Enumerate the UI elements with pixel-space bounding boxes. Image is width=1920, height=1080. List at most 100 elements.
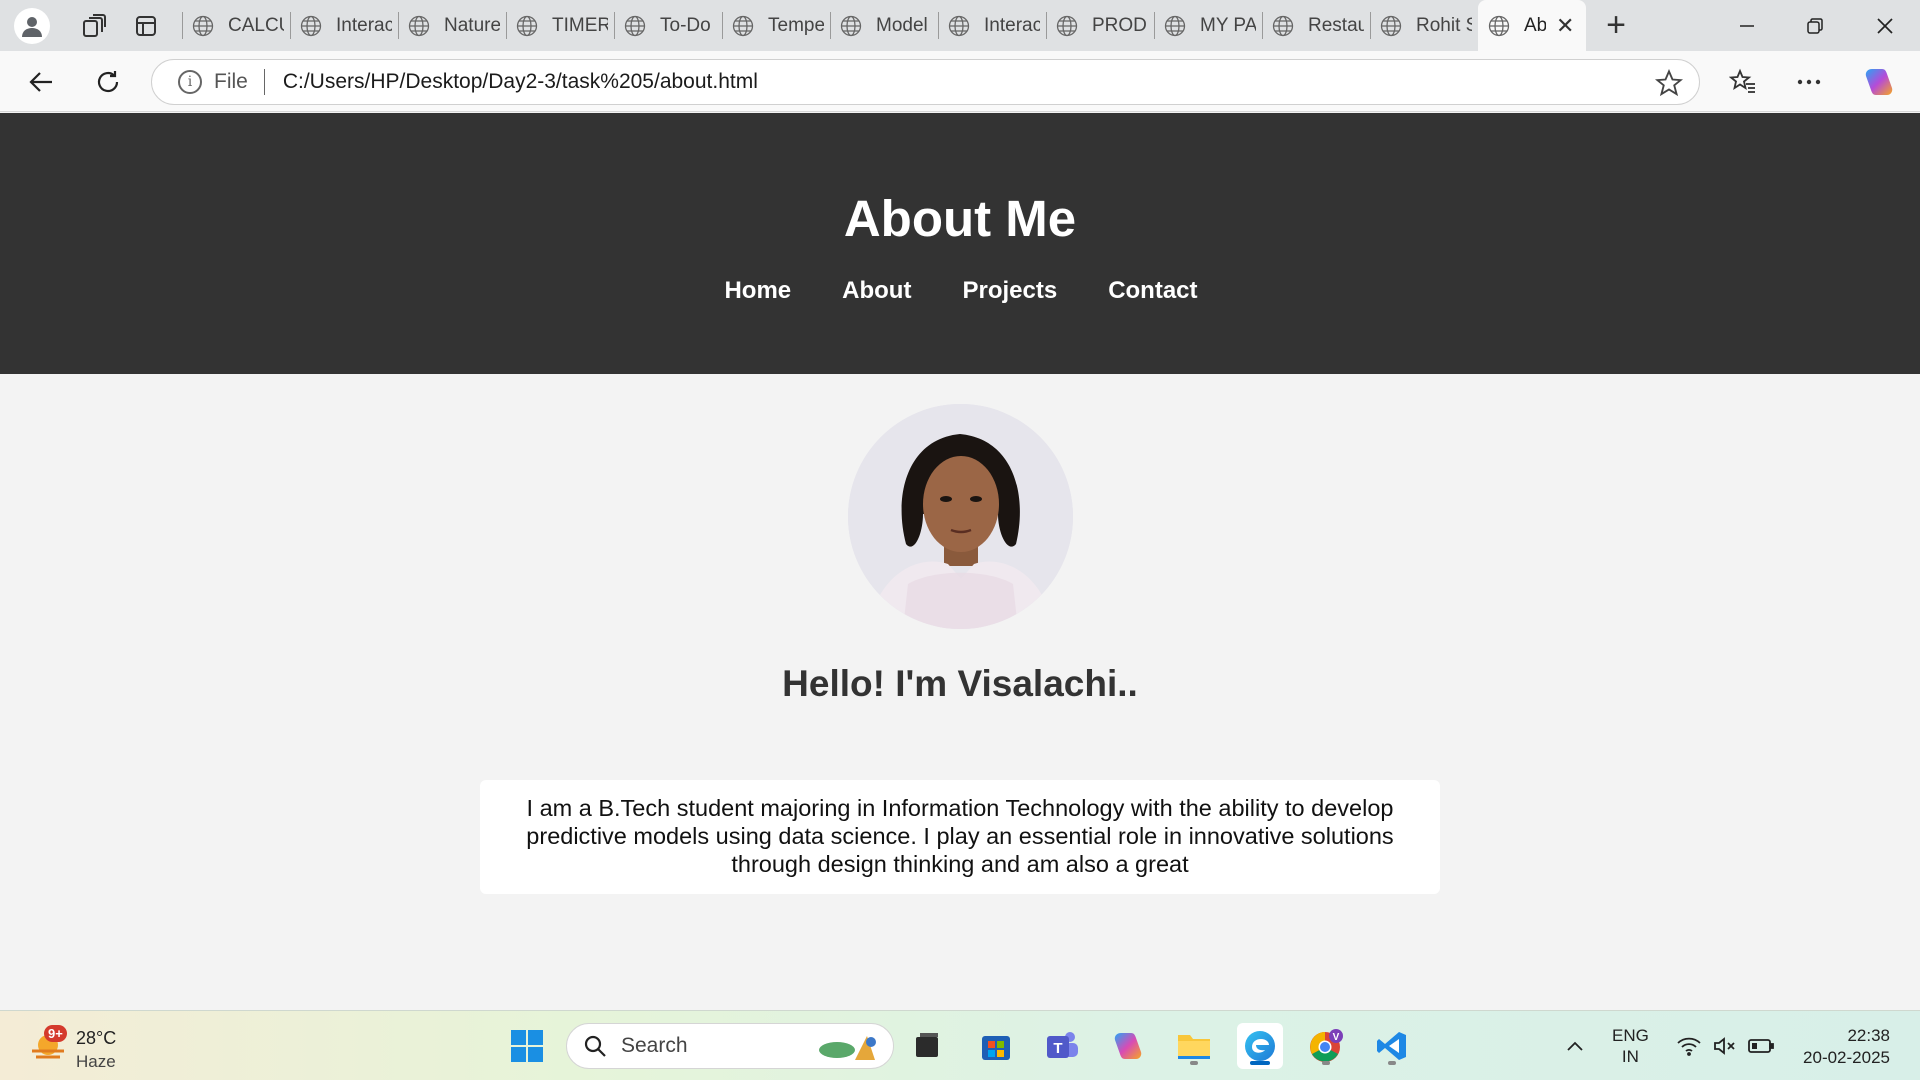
globe-icon [192,15,228,37]
tab-title: Restaurant [1308,14,1364,36]
language-line-1: ENG [1612,1026,1649,1045]
url-text[interactable]: C:/Users/HP/Desktop/Day2-3/task%205/abou… [283,70,758,94]
globe-icon [1272,15,1308,37]
more-options-icon[interactable] [1790,63,1828,101]
show-hidden-icons-chevron-icon[interactable] [1560,1011,1590,1080]
main-nav: Home About Projects Contact [0,276,1920,306]
search-icon [584,1035,606,1057]
clock-date: 20-02-2025 [1803,1048,1890,1067]
running-indicator [1190,1061,1198,1065]
address-bar[interactable]: i File C:/Users/HP/Desktop/Day2-3/task%2… [151,59,1700,105]
tab-actions-icon[interactable] [128,8,164,44]
tab-title: TIMER [552,14,608,36]
battery-icon[interactable] [1746,1011,1776,1080]
scheme-label: File [214,70,248,93]
greeting-heading: Hello! I'm Visalachi.. [782,663,1138,704]
workspaces-icon[interactable] [76,8,112,44]
tab-title: Rohit S [1416,14,1472,36]
page-content: About Me Home About Projects Contact Hello!… [0,113,1920,1010]
system-clock[interactable]: 22:38 20-02-2025 [1790,1025,1890,1069]
globe-icon [624,15,660,37]
notification-badge: 9+ [44,1025,67,1042]
clock-time: 22:38 [1847,1026,1890,1045]
tab[interactable]: Interactive [290,0,398,51]
globe-icon [732,15,768,37]
tab-title: To-Do [660,14,711,36]
globe-icon [516,15,552,37]
bio-card: I am a B.Tech student majoring in Inform… [480,780,1440,894]
chrome-icon[interactable]: V [1303,1023,1349,1069]
nav-link-home[interactable]: Home [724,276,791,306]
favorite-star-icon[interactable] [1654,68,1684,102]
bio-text: I am a B.Tech student majoring in Inform… [526,795,1394,877]
nav-link-contact[interactable]: Contact [1108,276,1197,306]
start-button[interactable] [504,1023,550,1069]
tab-title: PRODUCT [1092,14,1148,36]
globe-icon [1056,15,1092,37]
globe-icon [408,15,444,37]
teams-icon[interactable]: T [1039,1023,1085,1069]
edge-icon[interactable] [1237,1023,1283,1069]
microsoft-store-icon[interactable] [973,1023,1019,1069]
running-indicator [1322,1061,1330,1065]
active-indicator [1250,1061,1270,1065]
volume-muted-icon[interactable] [1710,1011,1740,1080]
copilot-icon[interactable] [1860,63,1898,101]
tab[interactable]: Rohit S [1370,0,1478,51]
minimize-button[interactable] [1714,0,1780,51]
nav-link-projects[interactable]: Projects [962,276,1057,306]
page-title: About Me [843,190,1077,247]
tab[interactable]: Model [830,0,938,51]
tab[interactable]: Restaurant [1262,0,1370,51]
tab[interactable]: Temperature [722,0,830,51]
search-highlight-icon [819,1036,876,1060]
tab[interactable]: TIMER [506,0,614,51]
language-line-2: IN [1621,1047,1639,1066]
weather-widget[interactable]: 9+ 28°C Haze [26,1019,136,1073]
tab-active[interactable]: About ✕ [1478,0,1586,51]
vscode-icon[interactable] [1369,1023,1415,1069]
tab[interactable]: To-Do [614,0,722,51]
tab-title: CALCULATOR [228,14,284,36]
close-tab-icon[interactable]: ✕ [1556,13,1574,39]
nav-link-about[interactable]: About [842,276,911,306]
tab[interactable]: Nature [398,0,506,51]
globe-icon [1488,15,1524,37]
copilot-app-icon[interactable] [1105,1023,1151,1069]
restore-button[interactable] [1782,0,1848,51]
tab[interactable]: CALCULATOR [182,0,290,51]
search-placeholder: Search [621,1034,688,1057]
tab-title: About [1524,14,1546,36]
tab[interactable]: MY PAGE [1154,0,1262,51]
browser-toolbar: i File C:/Users/HP/Desktop/Day2-3/task%2… [0,51,1920,112]
file-explorer-icon[interactable] [1171,1023,1217,1069]
back-button[interactable] [22,63,60,101]
browser-tab-strip: CALCULATOR Interactive Nature TIMER To-Do Tem… [0,0,1920,51]
globe-icon [840,15,876,37]
profile-icon[interactable] [14,7,50,44]
svg-text:T: T [1053,1040,1062,1057]
tab[interactable]: Interactive [938,0,1046,51]
tab-title: MY PAGE [1200,14,1256,36]
globe-icon [300,15,336,37]
tab[interactable]: PRODUCT [1046,0,1154,51]
tab-title: Model [876,14,928,36]
svg-text:V: V [1333,1032,1340,1043]
taskbar-search[interactable]: Search [566,1023,894,1069]
close-window-button[interactable] [1852,0,1918,51]
weather-temperature: 28°C [76,1028,117,1048]
task-view-icon[interactable] [904,1023,950,1069]
site-header: About Me Home About Projects Contact [0,113,1920,374]
favorites-icon[interactable] [1724,63,1762,101]
profile-photo [848,404,1073,629]
running-indicator [1388,1061,1396,1065]
reload-button[interactable] [89,63,127,101]
wifi-icon[interactable] [1674,1011,1704,1080]
weather-condition: Haze [76,1052,116,1071]
new-tab-button[interactable]: + [1596,6,1636,46]
tab-title: Nature [444,14,500,36]
tab-title: Interactive [984,14,1040,36]
site-info-icon[interactable]: i [178,70,202,94]
language-indicator[interactable]: ENG IN [1612,1025,1649,1067]
globe-icon [1164,15,1200,37]
